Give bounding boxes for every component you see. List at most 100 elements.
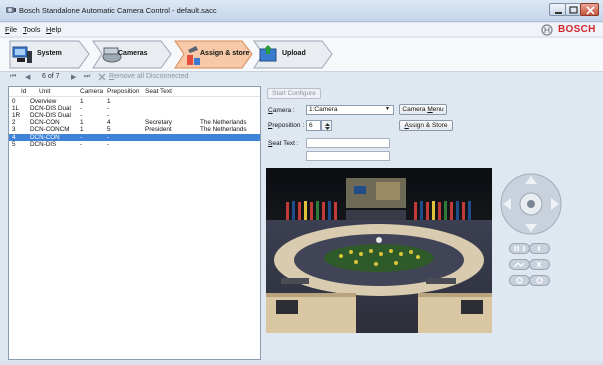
next-page-icon[interactable]: ▶ xyxy=(71,73,76,81)
column-header-seat-text[interactable]: Seat Text xyxy=(145,88,172,95)
menu-help-rest: elp xyxy=(51,25,62,34)
cell-unit: DCN-CON xyxy=(30,133,60,141)
minimize-button[interactable] xyxy=(549,3,566,16)
table-row[interactable]: 2 DCN-CON 1 4 Secretary The Netherlands xyxy=(9,119,260,126)
cell-preposition: 1 xyxy=(107,98,111,105)
maximize-button[interactable] xyxy=(565,3,581,16)
cell-camera: 1 xyxy=(80,119,84,127)
cell-preposition: 5 xyxy=(107,126,111,134)
cell-country: The Netherlands xyxy=(200,126,247,134)
menu-tools[interactable]: Tools xyxy=(23,25,41,34)
tab-cameras[interactable]: Cameras xyxy=(92,40,174,69)
cell-camera: - xyxy=(80,112,83,120)
cell-id: 2 xyxy=(12,119,16,127)
cell-id: 0 xyxy=(12,98,16,105)
table-row[interactable]: 5 DCN-DIS - - xyxy=(9,141,260,148)
status-bar xyxy=(0,361,603,365)
cell-camera: 1 xyxy=(80,126,84,134)
zoom-in-control[interactable] xyxy=(509,275,530,286)
bosch-logo-icon xyxy=(541,24,553,36)
last-page-icon[interactable]: ⏭ xyxy=(84,73,90,81)
close-button[interactable] xyxy=(580,3,599,16)
table-row[interactable]: 4 DCN-CON - - xyxy=(9,133,260,141)
menu-help[interactable]: Help xyxy=(46,25,61,34)
cell-preposition: 4 xyxy=(107,119,111,127)
remove-icon xyxy=(98,73,106,81)
menu-file-rest: ile xyxy=(9,25,18,34)
prev-page-icon[interactable]: ◀ xyxy=(25,73,30,81)
cell-unit: DCN-DIS Dual xyxy=(30,112,71,120)
focus-far-control[interactable] xyxy=(509,259,530,270)
cell-camera: - xyxy=(80,105,83,113)
camera-select[interactable]: 1:Camera xyxy=(306,105,394,115)
spinner-arrows-icon xyxy=(325,123,330,130)
menu-file[interactable]: File xyxy=(5,25,17,34)
cell-unit: DCN-CON xyxy=(30,119,60,127)
iris-plus-control[interactable] xyxy=(529,243,550,254)
preposition-label: Preposition : xyxy=(268,122,305,129)
camera-label: Camera : xyxy=(268,107,295,114)
cell-camera: - xyxy=(80,133,83,141)
cell-seat-text: President xyxy=(145,126,172,134)
cell-id: 1R xyxy=(12,112,21,120)
camera-menu-label: Camera Menu xyxy=(402,106,444,113)
position-text: 6 of 7 xyxy=(42,73,60,80)
cell-preposition: - xyxy=(107,112,110,120)
column-header-id[interactable]: Id xyxy=(21,88,26,95)
assign-store-button[interactable]: Assign & Store xyxy=(399,120,453,131)
preposition-spinner[interactable] xyxy=(321,120,332,131)
seat-text-input-2[interactable] xyxy=(306,151,390,161)
remove-all-disconnected-button[interactable]: Remove all Disconnected xyxy=(109,73,188,80)
tab-upload-label: Upload xyxy=(282,50,306,57)
cell-unit: Overview xyxy=(30,98,57,105)
focus-near-icon xyxy=(529,259,550,270)
first-page-icon[interactable]: ⏮ xyxy=(10,73,16,81)
cell-unit: DCN-DIS Dual xyxy=(30,105,71,113)
zoom-out-control[interactable] xyxy=(529,275,550,286)
zoom-out-icon xyxy=(529,275,550,286)
preposition-value: 6 xyxy=(309,122,313,129)
close-icon xyxy=(586,6,595,15)
cell-preposition: - xyxy=(107,140,110,148)
preposition-input[interactable]: 6 xyxy=(306,120,321,131)
start-configure-label: Start Configure xyxy=(272,90,316,97)
assign-store-label: Assign & Store xyxy=(404,122,448,129)
cell-id: 1L xyxy=(12,105,20,113)
focus-icon xyxy=(509,259,530,270)
focus-near-control[interactable] xyxy=(529,259,550,270)
table-row[interactable]: 1R DCN-DIS Dual - - xyxy=(9,112,260,119)
table-row[interactable]: 3 DCN-CONCM 1 5 President The Netherlands xyxy=(9,126,260,133)
camera-video-feed xyxy=(266,168,492,333)
column-header-unit[interactable]: Unit xyxy=(39,88,51,95)
cell-seat-text: Secretary xyxy=(145,119,172,127)
table-row[interactable]: 0 Overview 1 1 xyxy=(9,98,260,105)
cell-preposition: - xyxy=(107,105,110,113)
iris-control[interactable] xyxy=(509,243,530,254)
menu-bar xyxy=(0,23,603,36)
tab-upload[interactable]: Upload xyxy=(253,40,335,69)
cell-preposition: - xyxy=(107,133,110,141)
remove-label-rest: emove all Disconnected xyxy=(114,73,189,80)
seat-text-input-1[interactable] xyxy=(306,138,390,148)
start-configure-button[interactable]: Start Configure xyxy=(267,88,321,99)
table-row[interactable]: 1L DCN-DIS Dual - - xyxy=(9,105,260,112)
tab-cameras-label: Cameras xyxy=(118,50,148,57)
tab-assign-store[interactable]: Assign & store xyxy=(174,40,254,69)
cell-country: The Netherlands xyxy=(200,119,247,127)
tab-assign-store-label: Assign & store xyxy=(200,50,250,57)
cell-id: 3 xyxy=(12,126,16,134)
camera-select-value: 1:Camera xyxy=(309,106,338,113)
chevron-down-icon[interactable]: ▼ xyxy=(385,106,390,112)
cell-unit: DCN-CONCM xyxy=(30,126,70,134)
brand-name: BOSCH xyxy=(558,24,596,35)
camera-menu-button[interactable]: Camera Menu xyxy=(399,104,447,115)
column-header-camera[interactable]: Camera xyxy=(80,88,103,95)
ptz-joystick-icon[interactable] xyxy=(499,172,563,236)
tab-system[interactable]: System xyxy=(9,40,92,69)
zoom-icon xyxy=(509,275,530,286)
window-title: Bosch Standalone Automatic Camera Contro… xyxy=(19,6,217,15)
seat-text-label: Seat Text : xyxy=(268,140,299,147)
cell-id: 5 xyxy=(12,140,16,148)
column-header-preposition[interactable]: Preposition xyxy=(107,88,140,95)
tab-system-label: System xyxy=(37,50,62,57)
